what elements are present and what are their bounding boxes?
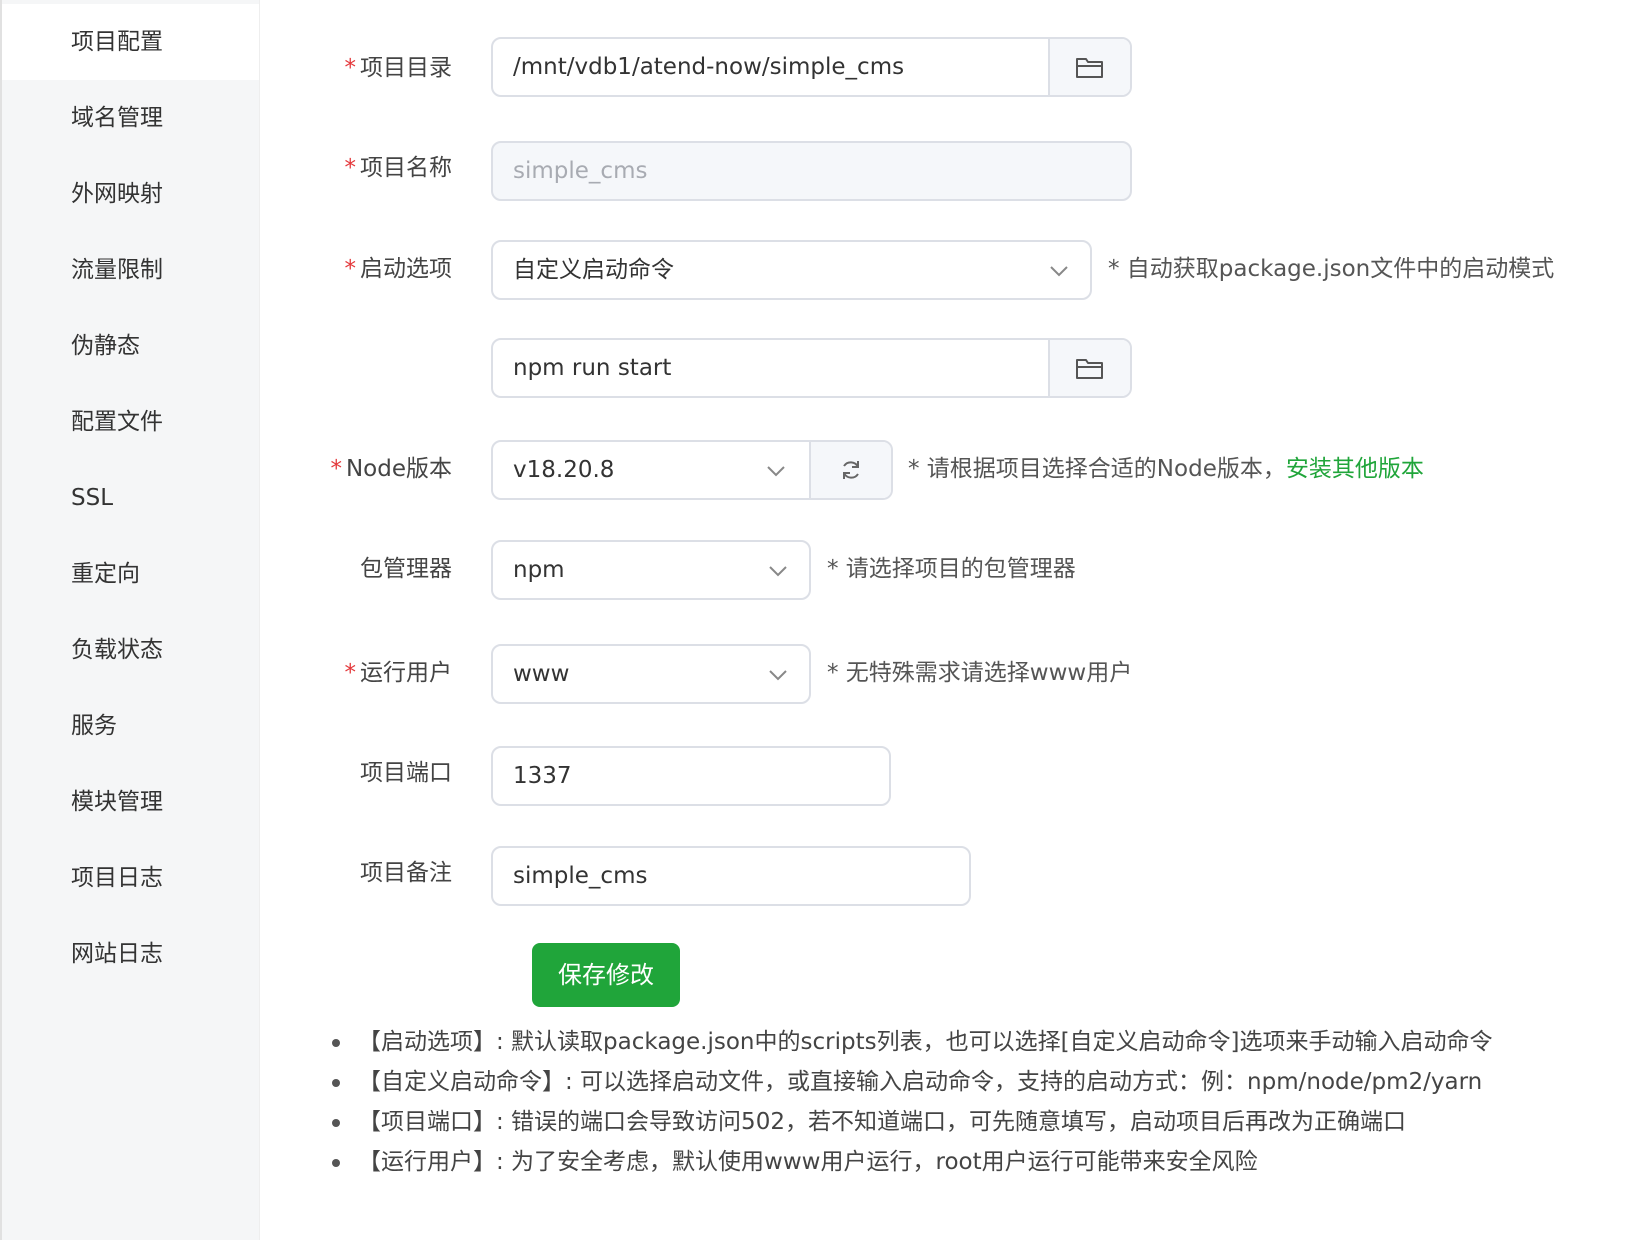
start-option-hint: * 自动获取package.json文件中的启动模式	[1108, 256, 1555, 282]
sidebar-item-redirect[interactable]: 重定向	[2, 536, 259, 612]
package-manager-label-text: 包管理器	[360, 556, 452, 582]
node-version-value: v18.20.8	[513, 457, 615, 483]
node-version-refresh-button[interactable]	[809, 442, 891, 498]
sidebar: 项目配置 域名管理 外网映射 流量限制 伪静态 配置文件 SSL 重定向 负载状…	[0, 0, 260, 1240]
sidebar-item-project-config[interactable]: 项目配置	[2, 4, 259, 80]
run-user-label-text: 运行用户	[360, 660, 452, 686]
node-version-hint-text: * 请根据项目选择合适的Node版本，	[908, 456, 1286, 482]
install-other-versions-link[interactable]: 安装其他版本	[1286, 456, 1424, 482]
run-user-label: * 运行用户	[252, 658, 453, 688]
node-version-hint: * 请根据项目选择合适的Node版本，安装其他版本	[908, 454, 1424, 484]
remark-value: simple_cms	[513, 863, 648, 889]
run-user-hint: * 无特殊需求请选择www用户	[827, 660, 1133, 686]
start-command-value: npm run start	[513, 355, 672, 381]
start-command-browse-button[interactable]	[1048, 340, 1130, 396]
node-version-label-text: Node版本	[345, 456, 452, 482]
sidebar-item-ssl[interactable]: SSL	[2, 460, 259, 536]
folder-icon	[1076, 359, 1103, 379]
start-option-select[interactable]: 自定义启动命令	[491, 240, 1092, 300]
note-item: 【启动选项】: 默认读取package.json中的scripts列表，也可以选…	[330, 1022, 1630, 1062]
project-dir-label: * 项目目录	[252, 53, 453, 83]
node-version-select[interactable]: v18.20.8	[491, 440, 893, 500]
chevron-down-icon	[767, 466, 785, 477]
port-label-text: 项目端口	[360, 760, 452, 786]
start-option-value: 自定义启动命令	[513, 257, 674, 283]
run-user-select[interactable]: www	[491, 644, 811, 704]
package-manager-select[interactable]: npm	[491, 540, 811, 600]
package-manager-label: 包管理器	[252, 554, 452, 584]
refresh-icon	[843, 461, 859, 479]
sidebar-item-domain[interactable]: 域名管理	[2, 80, 259, 156]
project-dir-input[interactable]: /mnt/vdb1/atend-now/simple_cms	[491, 37, 1132, 97]
chevron-down-icon	[1050, 266, 1068, 277]
project-name-label: * 项目名称	[252, 153, 453, 183]
project-name-input: simple_cms	[491, 141, 1132, 201]
chevron-down-icon	[769, 670, 787, 681]
sidebar-item-site-log[interactable]: 网站日志	[2, 916, 259, 992]
sidebar-item-project-log[interactable]: 项目日志	[2, 840, 259, 916]
sidebar-item-modules[interactable]: 模块管理	[2, 764, 259, 840]
chevron-down-icon	[769, 566, 787, 577]
project-name-label-text: 项目名称	[360, 155, 452, 181]
required-mark: *	[344, 155, 357, 181]
sidebar-item-load-status[interactable]: 负载状态	[2, 612, 259, 688]
port-input[interactable]: 1337	[491, 746, 891, 806]
sidebar-item-external-mapping[interactable]: 外网映射	[2, 156, 259, 232]
remark-input[interactable]: simple_cms	[491, 846, 971, 906]
required-mark: *	[344, 660, 357, 686]
folder-icon	[1076, 58, 1103, 78]
note-item: 【项目端口】: 错误的端口会导致访问502，若不知道端口，可先随意填写，启动项目…	[330, 1102, 1630, 1142]
remark-label-text: 项目备注	[360, 860, 452, 886]
sidebar-item-rewrite[interactable]: 伪静态	[2, 308, 259, 384]
sidebar-item-config-file[interactable]: 配置文件	[2, 384, 259, 460]
package-manager-value: npm	[513, 557, 565, 583]
remark-label: 项目备注	[252, 858, 452, 888]
project-dir-value: /mnt/vdb1/atend-now/simple_cms	[513, 54, 905, 80]
run-user-value: www	[513, 661, 570, 687]
package-manager-hint: * 请选择项目的包管理器	[827, 556, 1076, 582]
note-item: 【运行用户】: 为了安全考虑，默认使用www用户运行，root用户运行可能带来安…	[330, 1142, 1630, 1182]
notes-list: 【启动选项】: 默认读取package.json中的scripts列表，也可以选…	[330, 1022, 1630, 1182]
sidebar-item-service[interactable]: 服务	[2, 688, 259, 764]
port-value: 1337	[513, 763, 572, 789]
required-mark: *	[344, 55, 357, 81]
project-name-value: simple_cms	[513, 158, 648, 184]
node-version-label: * Node版本	[252, 454, 452, 484]
sidebar-item-traffic-limit[interactable]: 流量限制	[2, 232, 259, 308]
project-dir-browse-button[interactable]	[1048, 39, 1130, 95]
start-option-label: * 启动选项	[252, 254, 453, 284]
note-item: 【自定义启动命令】: 可以选择启动文件，或直接输入启动命令，支持的启动方式：例：…	[330, 1062, 1630, 1102]
required-mark: *	[330, 456, 342, 482]
start-option-label-text: 启动选项	[360, 256, 452, 282]
save-button[interactable]: 保存修改	[532, 943, 680, 1007]
project-dir-label-text: 项目目录	[360, 55, 452, 81]
required-mark: *	[344, 256, 357, 282]
start-command-input[interactable]: npm run start	[491, 338, 1132, 398]
port-label: 项目端口	[252, 758, 452, 788]
